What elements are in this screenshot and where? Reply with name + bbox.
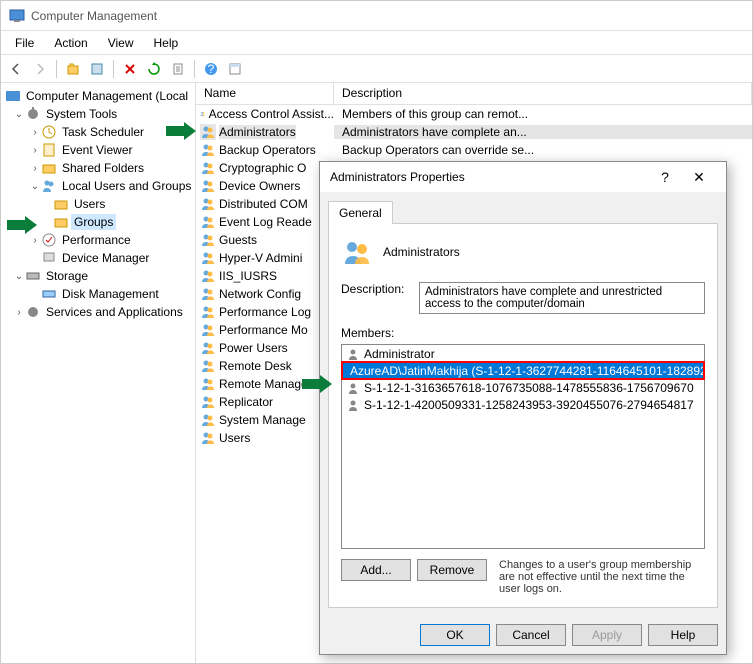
dialog-help-button2[interactable]: Help xyxy=(648,624,718,646)
desc-label: Description: xyxy=(341,282,419,314)
group-icon xyxy=(200,358,216,374)
titlebar: Computer Management xyxy=(1,1,752,31)
group-icon xyxy=(200,322,216,338)
col-name[interactable]: Name xyxy=(196,83,334,104)
user-icon xyxy=(346,381,360,395)
forward-button[interactable] xyxy=(29,58,51,80)
dialog-titlebar: Administrators Properties ? ✕ xyxy=(320,162,726,192)
group-icon xyxy=(200,178,216,194)
group-icon xyxy=(200,250,216,266)
list-item[interactable]: Backup OperatorsBackup Operators can ove… xyxy=(196,141,752,159)
tree-evtviewer[interactable]: ›Event Viewer xyxy=(1,141,195,159)
member-row[interactable]: S-1-12-1-4200509331-1258243953-392045507… xyxy=(342,396,704,413)
dialog-help-button[interactable]: ? xyxy=(648,169,682,185)
menubar: File Action View Help xyxy=(1,31,752,55)
menu-file[interactable]: File xyxy=(5,34,44,52)
highlight-arrow-icon xyxy=(7,216,37,234)
tree-devmgr[interactable]: Device Manager xyxy=(1,249,195,267)
highlight-arrow-icon xyxy=(302,375,332,393)
user-icon xyxy=(346,347,360,361)
group-icon xyxy=(200,394,216,410)
membership-note: Changes to a user's group membership are… xyxy=(493,559,705,595)
group-large-icon xyxy=(341,236,373,268)
members-list[interactable]: AdministratorAzureAD\JatinMakhija (S-1-1… xyxy=(341,344,705,549)
tree-systools[interactable]: ⌄System Tools xyxy=(1,105,195,123)
delete-button[interactable] xyxy=(119,58,141,80)
refresh-button[interactable] xyxy=(143,58,165,80)
up-button[interactable] xyxy=(62,58,84,80)
group-icon xyxy=(200,376,216,392)
cancel-button[interactable]: Cancel xyxy=(496,624,566,646)
tab-general[interactable]: General xyxy=(328,201,393,224)
app-icon xyxy=(9,8,25,24)
column-headers: Name Description xyxy=(196,83,752,105)
properties-dialog: Administrators Properties ? ✕ General Ad… xyxy=(319,161,727,655)
back-button[interactable] xyxy=(5,58,27,80)
group-icon xyxy=(200,268,216,284)
dialog-tabs: General xyxy=(320,192,726,223)
user-icon xyxy=(346,398,360,412)
group-icon xyxy=(200,142,216,158)
member-row[interactable]: AzureAD\JatinMakhija (S-1-12-1-362774428… xyxy=(342,362,704,379)
group-icon xyxy=(200,286,216,302)
group-icon xyxy=(200,196,216,212)
desc-field[interactable]: Administrators have complete and unrestr… xyxy=(419,282,705,314)
tree-panel: Computer Management (Local ⌄System Tools… xyxy=(1,83,196,663)
dialog-group-name: Administrators xyxy=(383,245,460,259)
group-icon xyxy=(200,232,216,248)
tree-root[interactable]: Computer Management (Local xyxy=(1,87,195,105)
list-item[interactable]: Access Control Assist...Members of this … xyxy=(196,105,752,123)
group-icon xyxy=(200,106,206,122)
dialog-title: Administrators Properties xyxy=(330,170,648,184)
export-button[interactable] xyxy=(167,58,189,80)
dialog-sheet: Administrators Description: Administrato… xyxy=(328,223,718,608)
group-icon xyxy=(200,214,216,230)
member-row[interactable]: Administrator xyxy=(342,345,704,362)
menu-action[interactable]: Action xyxy=(44,34,97,52)
window-title: Computer Management xyxy=(31,9,157,23)
highlight-arrow-icon xyxy=(166,122,196,140)
properties-button[interactable] xyxy=(86,58,108,80)
svg-text:?: ? xyxy=(208,62,215,76)
group-icon xyxy=(200,160,216,176)
tree-sharedf[interactable]: ›Shared Folders xyxy=(1,159,195,177)
group-icon xyxy=(200,430,216,446)
col-desc[interactable]: Description xyxy=(334,83,752,104)
tree-diskmgmt[interactable]: Disk Management xyxy=(1,285,195,303)
toolbar: ? xyxy=(1,55,752,83)
menu-view[interactable]: View xyxy=(98,34,144,52)
tree-services[interactable]: ›Services and Applications xyxy=(1,303,195,321)
member-row[interactable]: S-1-12-1-3163657618-1076735088-147855583… xyxy=(342,379,704,396)
view-button[interactable] xyxy=(224,58,246,80)
list-item[interactable]: AdministratorsAdministrators have comple… xyxy=(196,123,752,141)
tree-lusers[interactable]: ⌄Local Users and Groups xyxy=(1,177,195,195)
group-icon xyxy=(200,412,216,428)
apply-button[interactable]: Apply xyxy=(572,624,642,646)
add-button[interactable]: Add... xyxy=(341,559,411,581)
help-button[interactable]: ? xyxy=(200,58,222,80)
ok-button[interactable]: OK xyxy=(420,624,490,646)
tree-users[interactable]: Users xyxy=(1,195,195,213)
menu-help[interactable]: Help xyxy=(144,34,189,52)
group-icon xyxy=(200,304,216,320)
tree-storage[interactable]: ⌄Storage xyxy=(1,267,195,285)
remove-button[interactable]: Remove xyxy=(417,559,487,581)
dialog-close-button[interactable]: ✕ xyxy=(682,169,716,186)
members-label: Members: xyxy=(341,326,705,340)
group-icon xyxy=(200,340,216,356)
group-icon xyxy=(200,124,216,140)
